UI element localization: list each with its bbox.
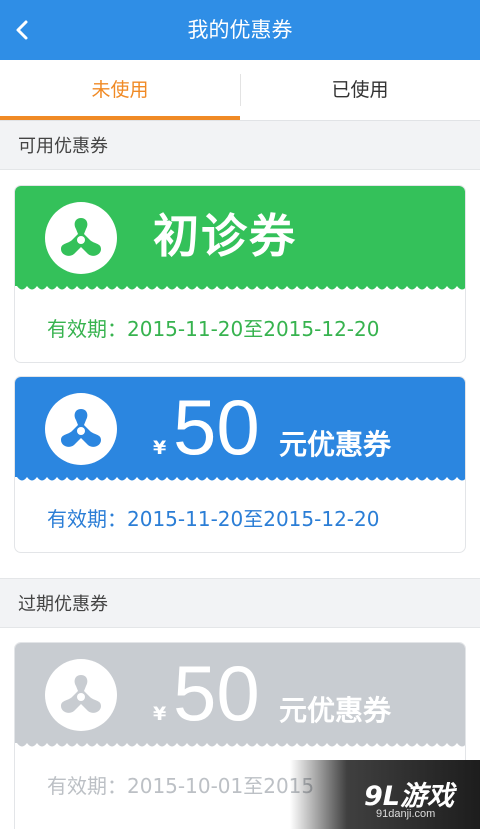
active-tab-indicator xyxy=(0,116,240,120)
coupon-validity: 有效期：2015-10-01至2015 xyxy=(47,774,315,798)
hospital-logo-icon xyxy=(45,659,117,731)
tab-bar: 未使用 已使用 xyxy=(0,60,480,121)
coupon-validity: 有效期：2015-11-20至2015-12-20 xyxy=(47,317,380,341)
coupon-name: 初诊券 xyxy=(153,209,297,263)
currency-symbol: ¥ xyxy=(153,437,167,459)
hospital-logo-icon xyxy=(45,202,117,274)
coupon-unit: 元优惠券 xyxy=(279,694,392,727)
coupon-amount: 50 xyxy=(173,383,260,471)
section-header-expired: 过期优惠券 xyxy=(0,579,480,627)
coupon-header: 初诊券 xyxy=(15,186,465,286)
tab-used[interactable]: 已使用 xyxy=(240,60,480,120)
coupon-unit: 元优惠券 xyxy=(279,428,392,461)
section-title-expired: 过期优惠券 xyxy=(18,594,108,615)
scallop-edge xyxy=(15,279,465,290)
coupon-first-visit[interactable]: 初诊券 有效期：2015-11-20至2015-12-20 xyxy=(14,185,466,363)
nav-bar: 我的优惠券 xyxy=(0,0,480,60)
hospital-logo-icon xyxy=(45,393,117,465)
watermark: 9L游戏 91danji.com xyxy=(290,760,480,829)
currency-symbol: ¥ xyxy=(153,703,167,725)
section-title-available: 可用优惠券 xyxy=(18,136,108,157)
tab-unused[interactable]: 未使用 xyxy=(0,60,240,120)
scallop-edge xyxy=(15,736,465,747)
coupon-validity: 有效期：2015-11-20至2015-12-20 xyxy=(47,507,380,531)
coupon-header: ¥ 50 元优惠券 xyxy=(15,643,465,743)
section-header-available: 可用优惠券 xyxy=(0,121,480,169)
coupon-50-yuan[interactable]: ¥ 50 元优惠券 有效期：2015-11-20至2015-12-20 xyxy=(14,376,466,553)
page-title: 我的优惠券 xyxy=(187,18,293,42)
scallop-edge xyxy=(15,470,465,481)
coupon-amount: 50 xyxy=(173,649,260,737)
watermark-site: 91danji.com xyxy=(376,808,436,820)
coupon-header: ¥ 50 元优惠券 xyxy=(15,377,465,477)
available-coupons-panel: 初诊券 有效期：2015-11-20至2015-12-20 ¥ 50 元优惠券 … xyxy=(0,169,480,579)
